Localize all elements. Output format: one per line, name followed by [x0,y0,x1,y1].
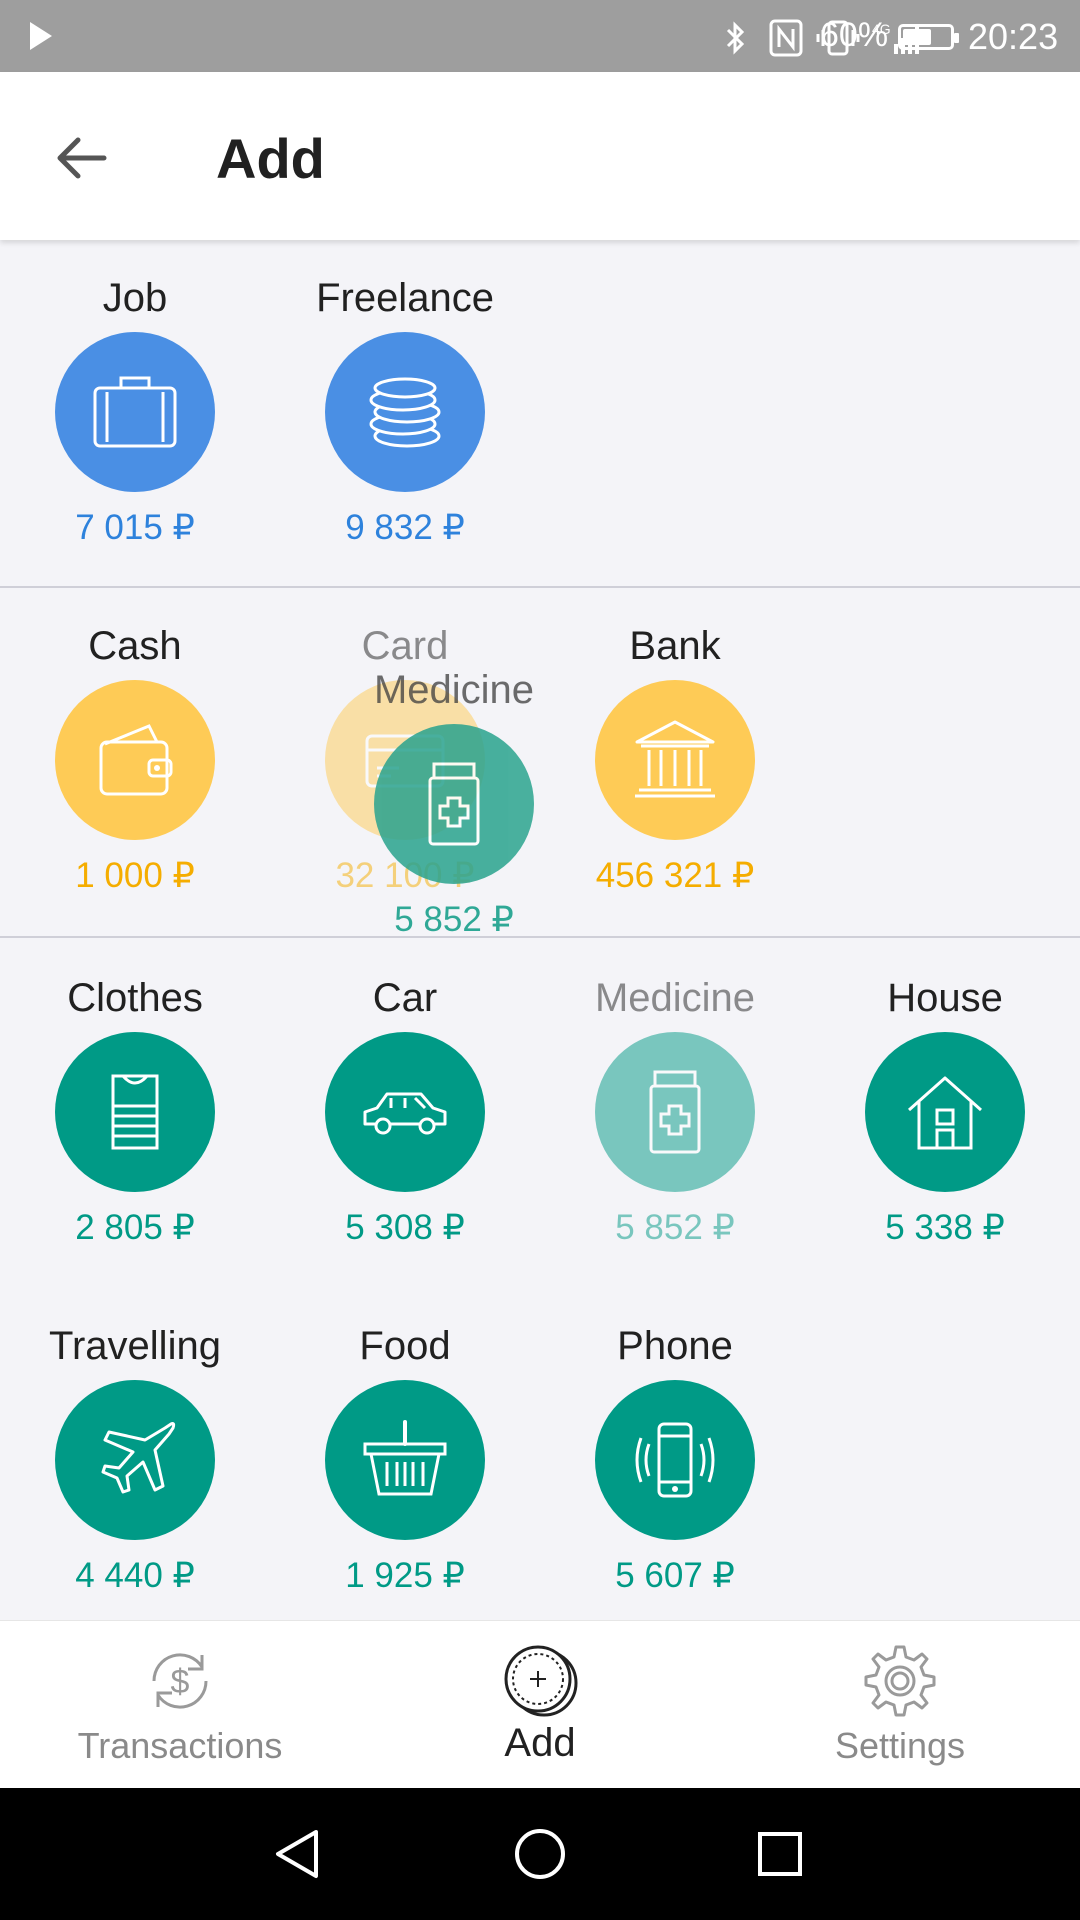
category-label: Car [372,976,438,1020]
category-label: Job [102,276,168,320]
system-nav-bar [0,1788,1080,1920]
medicine-icon[interactable] [595,1032,755,1192]
battery-icon [898,24,959,50]
recents-square-icon[interactable] [752,1826,808,1882]
house-icon[interactable] [865,1032,1025,1192]
category-label: Travelling [49,1324,221,1368]
back-triangle-icon[interactable] [270,1826,326,1882]
gear-icon [864,1645,936,1717]
category-amount: 7 015 ₽ [75,508,195,547]
nav-settings[interactable]: Settings [760,1621,1040,1789]
dragged-label: Medicine [373,668,535,712]
home-circle-icon[interactable] [512,1826,568,1882]
play-icon [30,22,52,50]
category-label: Phone [617,1324,733,1368]
svg-text:$: $ [171,1663,190,1701]
app-bar: Add [0,72,1080,240]
nav-add[interactable]: Add [400,1621,680,1789]
battery-fill [903,29,931,45]
nfc-icon [769,19,803,57]
nav-label: Add [504,1721,576,1765]
category-amount: 1 925 ₽ [345,1556,465,1595]
bluetooth-icon [726,21,745,55]
dragged-category-medicine[interactable]: Medicine 5 852 ₽ [304,668,604,948]
back-arrow-icon[interactable] [50,126,114,190]
bank-icon[interactable] [595,680,755,840]
category-label: Medicine [594,976,756,1020]
add-coin-icon [504,1645,578,1717]
battery-percent: 60% [820,16,889,54]
category-amount: 1 000 ₽ [75,856,195,895]
category-amount: 2 805 ₽ [75,1208,195,1247]
category-amount: 5 852 ₽ [615,1208,735,1247]
dollar-refresh-icon: $ [152,1653,208,1709]
expenses-section: Clothes 2 805 ₽ Car 5 308 ₽ Medicine 5 8… [0,938,1080,1620]
dragged-amount: 5 852 ₽ [394,900,514,939]
airplane-icon[interactable] [55,1380,215,1540]
nav-transactions[interactable]: $ Transactions [40,1621,320,1789]
wallet-icon[interactable] [55,680,215,840]
clock: 20:23 [968,16,1059,57]
status-icons: 4G [716,18,920,58]
category-label: Card [361,624,449,668]
income-section: Job 7 015 ₽ Freelance 9 832 ₽ [0,240,1080,586]
nav-label: Transactions [77,1725,283,1766]
basket-icon[interactable] [325,1380,485,1540]
category-label: Cash [88,624,182,668]
nav-label: Settings [834,1725,966,1766]
coins-icon[interactable] [325,332,485,492]
shirt-icon[interactable] [55,1032,215,1192]
category-label: Clothes [67,976,203,1020]
category-amount: 5 607 ₽ [615,1556,735,1595]
category-label: Freelance [316,276,494,320]
category-amount: 9 832 ₽ [345,508,465,547]
category-amount: 4 440 ₽ [75,1556,195,1595]
phone-icon[interactable] [595,1380,755,1540]
car-icon[interactable] [325,1032,485,1192]
category-amount: 5 338 ₽ [885,1208,1005,1247]
category-amount: 5 308 ₽ [345,1208,465,1247]
bottom-nav: $ Transactions Add Settings [0,1620,1080,1788]
status-bar: 4G 60% 20:23 [0,0,1080,72]
category-label: House [887,976,1003,1020]
briefcase-icon[interactable] [55,332,215,492]
category-label: Food [359,1324,451,1368]
page-title: Add [216,127,325,190]
medicine-icon[interactable] [374,724,534,884]
category-label: Bank [629,624,721,668]
